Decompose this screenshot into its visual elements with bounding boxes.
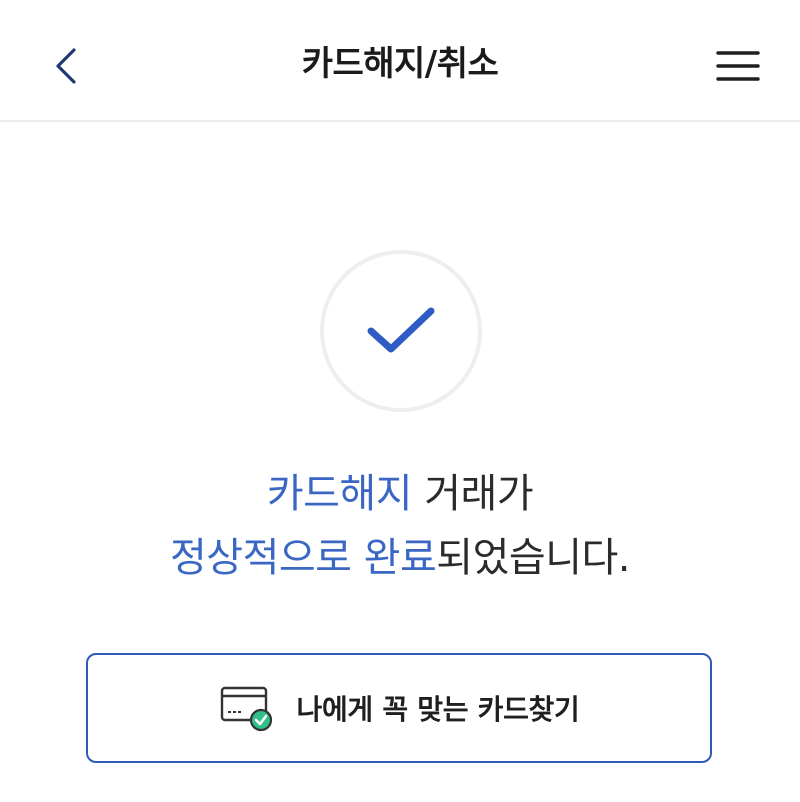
message-text-1: 거래가	[412, 471, 534, 517]
hamburger-menu-icon	[716, 51, 760, 81]
message-line-2: 정상적으로 완료되었습니다.	[0, 526, 800, 590]
completion-message: 카드해지 거래가 정상적으로 완료되었습니다.	[0, 462, 800, 590]
find-card-label: 나에게 꼭 맞는 카드찾기	[296, 693, 580, 726]
menu-button[interactable]	[706, 38, 770, 94]
app-header: 카드해지/취소	[0, 0, 800, 122]
find-card-button[interactable]: 나에게 꼭 맞는 카드찾기	[86, 653, 712, 763]
page-title: 카드해지/취소	[301, 44, 499, 84]
message-text-2: 되었습니다.	[436, 535, 631, 581]
message-line-1: 카드해지 거래가	[0, 462, 800, 526]
message-highlight-2: 정상적으로 완료	[169, 535, 437, 581]
credit-card-check-icon	[220, 686, 272, 732]
message-highlight-1: 카드해지	[266, 471, 413, 517]
check-icon	[367, 307, 435, 353]
success-indicator	[320, 250, 482, 412]
